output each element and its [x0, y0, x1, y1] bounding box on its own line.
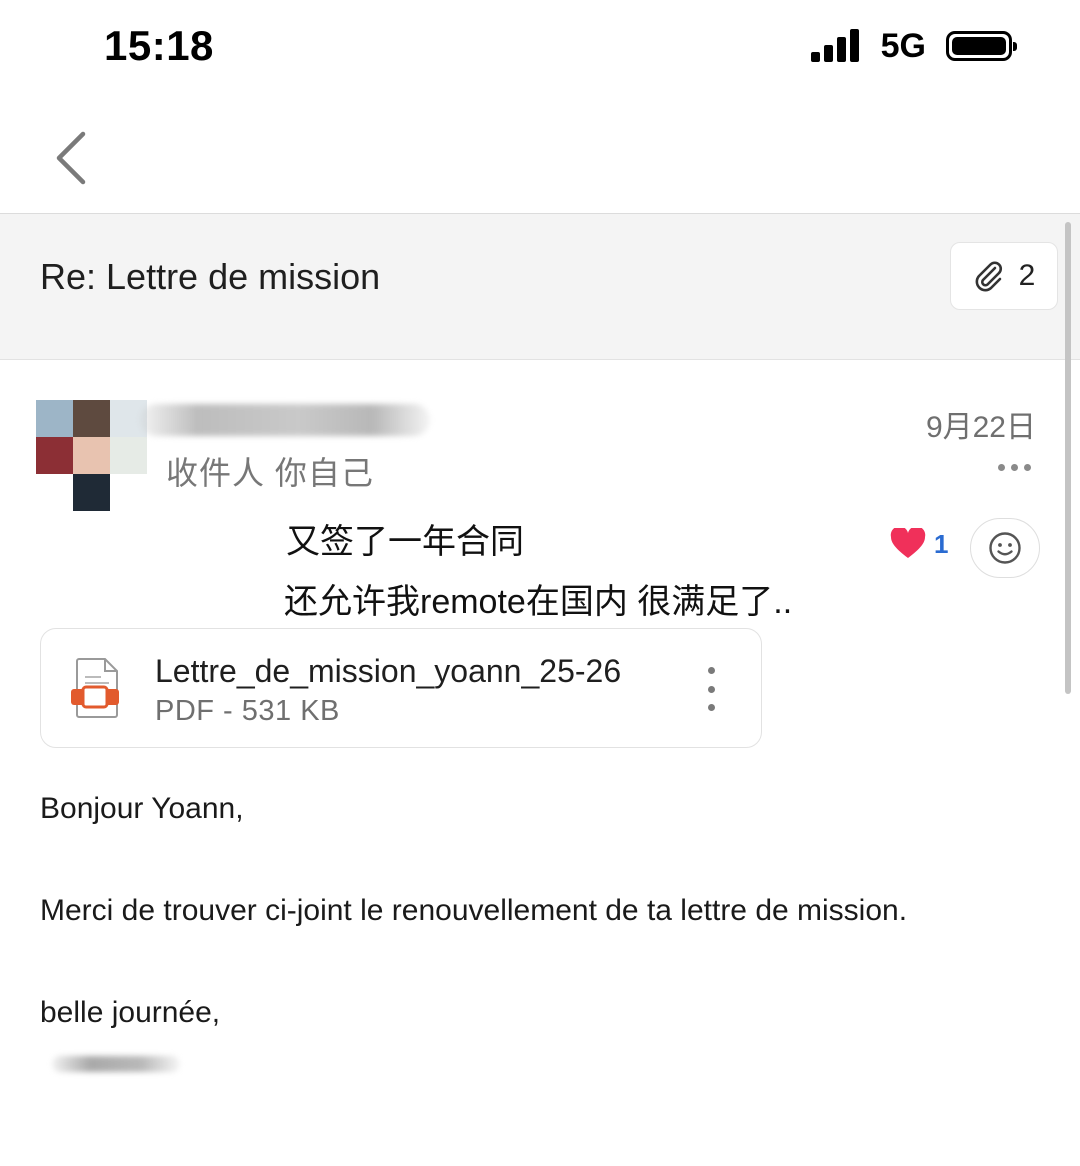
body-greeting: Bonjour Yoann,	[40, 792, 244, 825]
battery-icon	[946, 31, 1017, 61]
attachment-menu-button[interactable]	[701, 667, 721, 711]
email-date: 9月22日	[925, 411, 1036, 444]
attachments-button[interactable]: 2	[950, 242, 1058, 310]
paperclip-icon	[975, 261, 1002, 292]
avatar[interactable]	[36, 400, 147, 511]
signature-redacted	[52, 1056, 180, 1072]
status-time: 15:18	[104, 22, 214, 69]
attachment-count: 2	[1018, 259, 1036, 292]
recipient-line: 收件人 你自己	[166, 455, 374, 491]
ellipsis-icon	[997, 463, 1005, 471]
body-closing: belle journée,	[40, 996, 221, 1029]
heart-icon	[890, 528, 926, 558]
vertical-ellipsis-icon	[707, 667, 715, 674]
back-button[interactable]	[40, 120, 100, 196]
chevron-left-icon	[56, 131, 86, 185]
add-reaction-button[interactable]	[970, 518, 1040, 578]
attachment-name: Lettre_de_mission_yoann_25-26	[155, 653, 622, 689]
scrollbar[interactable]	[1065, 222, 1071, 694]
signal-bars-icon	[810, 28, 863, 64]
network-label: 5G	[880, 26, 926, 65]
more-options-button[interactable]	[994, 450, 1034, 484]
email-subject: Re: Lettre de mission	[40, 256, 381, 297]
note-line-2: 还允许我remote在国内 很满足了..	[284, 583, 793, 621]
smiley-icon	[989, 532, 1021, 564]
reaction-badge[interactable]: 1	[890, 528, 948, 560]
overlay-note: 又签了一年合同 还允许我remote在国内 很满足了..	[284, 512, 793, 632]
status-indicators: 5G	[810, 26, 1017, 66]
reaction-count: 1	[934, 528, 949, 559]
body-paragraph: Merci de trouver ci-joint le renouvellem…	[40, 894, 908, 927]
note-line-1: 又签了一年合同	[286, 523, 524, 561]
sender-name-redacted	[140, 404, 430, 436]
pdf-file-icon	[71, 658, 119, 718]
attachment-card[interactable]: Lettre_de_mission_yoann_25-26 PDF - 531 …	[40, 628, 762, 748]
attachment-meta: PDF - 531 KB	[155, 695, 340, 727]
subject-header: Re: Lettre de mission 2	[0, 213, 1080, 360]
